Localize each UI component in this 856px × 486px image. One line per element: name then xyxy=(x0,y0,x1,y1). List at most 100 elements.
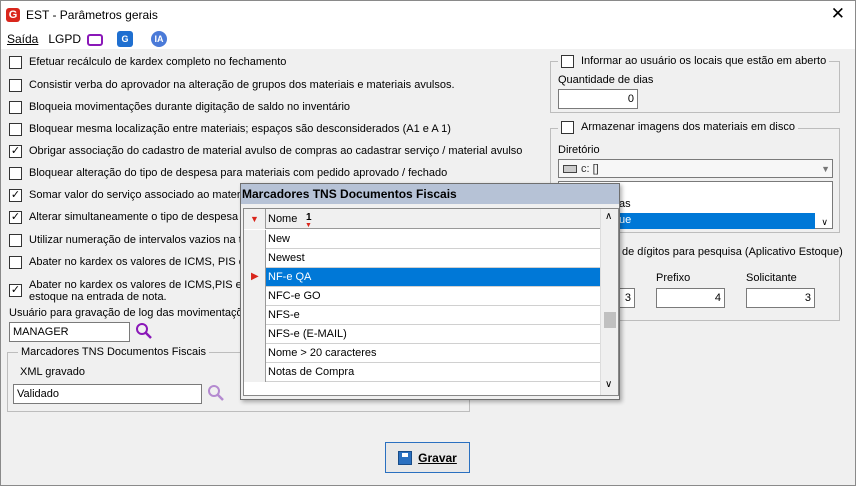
xml-field[interactable]: Validado xyxy=(13,384,202,404)
chevron-down-icon: ▼ xyxy=(821,164,830,174)
option-label: Efetuar recálculo de kardex completo no … xyxy=(29,56,287,68)
checkbox[interactable] xyxy=(561,55,574,68)
checkbox-checked[interactable]: ✓ xyxy=(9,211,22,224)
digitos-legend: de dígitos para pesquisa (Aplicativo Est… xyxy=(619,246,846,258)
scroll-down-icon[interactable]: ∨ xyxy=(605,379,612,390)
sort-arrow-icon[interactable]: ▼ xyxy=(244,209,266,229)
row-nome: New xyxy=(268,233,291,245)
search-icon[interactable] xyxy=(207,384,225,402)
parametros-window: G EST - Parâmetros gerais ✕ Saída LGPD G… xyxy=(0,0,856,486)
checkbox[interactable] xyxy=(561,121,574,134)
grid-row[interactable]: NFS-e (E-MAIL) xyxy=(244,325,600,344)
folder-item[interactable]: as xyxy=(619,197,631,211)
checkbox[interactable] xyxy=(9,56,22,69)
checkbox-checked[interactable]: ✓ xyxy=(9,145,22,158)
dias-label: Quantidade de dias xyxy=(558,74,654,86)
popup-title: Marcadores TNS Documentos Fiscais xyxy=(241,184,619,204)
option-armazenar[interactable]: Armazenar imagens dos materiais em disco xyxy=(558,121,798,134)
option-abater-icms-2[interactable]: ✓ Abater no kardex os valores de ICMS,PIS… xyxy=(9,279,248,303)
row-pointer-icon: ▶ xyxy=(251,271,259,282)
row-nome: Notas de Compra xyxy=(268,366,355,378)
app-logo-icon: G xyxy=(6,8,20,22)
option-label: Bloquear alteração do tipo de despesa pa… xyxy=(29,167,448,179)
option-label: Bloquear mesma localização entre materia… xyxy=(29,123,451,135)
diretorio-label: Diretório xyxy=(558,144,600,156)
option-bloqueia-mov[interactable]: Bloqueia movimentações durante digitação… xyxy=(9,101,350,114)
checkbox-checked[interactable]: ✓ xyxy=(9,189,22,202)
row-selector[interactable] xyxy=(244,344,266,363)
row-selector[interactable] xyxy=(244,325,266,344)
option-label-multiline: Abater no kardex os valores de ICMS,PIS … xyxy=(29,279,248,303)
option-bloquear-alteracao[interactable]: Bloquear alteração do tipo de despesa pa… xyxy=(9,167,447,180)
option-abater-icms[interactable]: Abater no kardex os valores de ICMS, PIS… xyxy=(9,256,245,269)
option-label: Consistir verba do aprovador na alteraçã… xyxy=(29,79,455,91)
option-somar-valor[interactable]: ✓ Somar valor do serviço associado ao mat… xyxy=(9,189,249,202)
option-recalculo[interactable]: Efetuar recálculo de kardex completo no … xyxy=(9,56,286,69)
window-title: EST - Parâmetros gerais xyxy=(26,8,158,22)
xml-label: XML gravado xyxy=(20,366,86,378)
scroll-down-icon[interactable]: ∨ xyxy=(821,215,828,229)
dias-field[interactable]: 0 xyxy=(558,89,638,109)
row-selector[interactable] xyxy=(244,306,266,325)
checkbox-checked[interactable]: ✓ xyxy=(9,284,22,297)
option-informar[interactable]: Informar ao usuário os locais que estão … xyxy=(558,55,830,68)
gravar-button[interactable]: Gravar xyxy=(385,442,470,473)
g-app-icon[interactable]: G xyxy=(117,31,134,47)
log-user-field[interactable]: MANAGER xyxy=(9,322,130,342)
option-numeracao[interactable]: Utilizar numeração de intervalos vazios … xyxy=(9,234,252,247)
monitor-icon[interactable] xyxy=(87,34,104,46)
row-nome: NFS-e xyxy=(268,309,300,321)
checkbox[interactable] xyxy=(9,234,22,247)
diretorio-dropdown[interactable]: c: [] ▼ xyxy=(558,159,833,178)
option-consistir-verba[interactable]: Consistir verba do aprovador na alteraçã… xyxy=(9,79,455,92)
marcadores-popup: Marcadores TNS Documentos Fiscais ▼ Nome… xyxy=(240,183,620,400)
option-label: Bloqueia movimentações durante digitação… xyxy=(29,101,351,113)
option-obrigar-associacao[interactable]: ✓ Obrigar associação do cadastro de mater… xyxy=(9,145,522,158)
row-selector[interactable] xyxy=(244,249,266,268)
option-label-line2: estoque na entrada de nota. xyxy=(29,291,167,303)
close-button[interactable]: ✕ xyxy=(831,5,845,23)
scroll-up-icon[interactable]: ∧ xyxy=(605,211,612,222)
option-label: Abater no kardex os valores de ICMS, PIS… xyxy=(29,256,245,268)
search-icon[interactable] xyxy=(135,322,153,340)
row-selector[interactable] xyxy=(244,230,266,249)
gravar-label: Gravar xyxy=(418,450,457,465)
option-bloquear-localizacao[interactable]: Bloquear mesma localização entre materia… xyxy=(9,123,451,136)
checkbox[interactable] xyxy=(9,101,22,114)
log-user-label: Usuário para gravação de log das movimen… xyxy=(9,307,249,319)
menu-lgpd[interactable]: LGPD xyxy=(48,32,81,46)
grid-row[interactable]: Notas de Compra xyxy=(244,363,600,382)
marcadores-grid[interactable]: ▼ Nome 1 ▼ New Newest ▶ NF-e QA NFC-e GO NFS-… xyxy=(243,208,619,396)
diretorio-value: c: [] xyxy=(581,163,599,175)
column-nome[interactable]: Nome xyxy=(268,213,297,225)
grid-row[interactable]: Newest xyxy=(244,249,600,268)
save-icon xyxy=(398,450,413,465)
solicitante-field[interactable]: 3 xyxy=(746,288,815,308)
solicitante-label: Solicitante xyxy=(746,272,797,284)
option-label: Obrigar associação do cadastro de materi… xyxy=(29,145,523,157)
grid-row[interactable]: Nome > 20 caracteres xyxy=(244,344,600,363)
row-nome: NFC-e GO xyxy=(268,290,321,302)
scroll-thumb[interactable] xyxy=(604,312,616,328)
grid-row[interactable]: New xyxy=(244,230,600,249)
vertical-scrollbar[interactable]: ∧ ∨ xyxy=(600,209,618,395)
ia-icon[interactable]: IA xyxy=(151,31,168,47)
grid-row[interactable]: ▶ NF-e QA xyxy=(244,268,600,287)
checkbox[interactable] xyxy=(9,123,22,136)
option-label: Informar ao usuário os locais que estão … xyxy=(581,55,827,67)
grid-row[interactable]: NFC-e GO xyxy=(244,287,600,306)
row-nome: NF-e QA xyxy=(266,268,600,286)
option-alterar-tipo[interactable]: ✓ Alterar simultaneamente o tipo de despe… xyxy=(9,211,247,224)
checkbox[interactable] xyxy=(9,79,22,92)
row-selector[interactable] xyxy=(244,363,266,382)
menu-saida[interactable]: Saída xyxy=(7,32,38,46)
row-nome: Newest xyxy=(268,252,305,264)
grid-row[interactable]: NFS-e xyxy=(244,306,600,325)
checkbox[interactable] xyxy=(9,256,22,269)
grid-header: ▼ Nome 1 ▼ xyxy=(244,209,600,229)
row-selector[interactable] xyxy=(244,287,266,306)
checkbox[interactable] xyxy=(9,167,22,180)
prefixo-field[interactable]: 4 xyxy=(656,288,725,308)
row-selector[interactable]: ▶ xyxy=(244,268,266,287)
row-nome: NFS-e (E-MAIL) xyxy=(268,328,347,340)
